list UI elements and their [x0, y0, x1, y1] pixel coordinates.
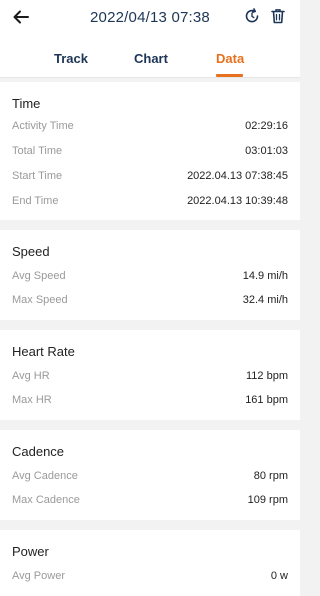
stat-value: 109 rpm	[247, 494, 288, 506]
stat-label: Activity Time	[12, 120, 74, 132]
cadence-section: Cadence Avg Cadence 80 rpm Max Cadence 1…	[0, 430, 300, 520]
stat-label: Max HR	[12, 394, 52, 406]
arrow-left-icon	[13, 10, 29, 29]
stat-value: 112 bpm	[246, 370, 288, 382]
stat-row-start-time: Start Time 2022.04.13 07:38:45	[0, 166, 300, 190]
stat-value: 02:29:16	[245, 120, 288, 132]
tab-track[interactable]: Track	[54, 51, 88, 66]
time-section: Time Activity Time 02:29:16 Total Time 0…	[0, 82, 300, 220]
stat-value: 03:01:03	[245, 145, 288, 157]
stat-label: Avg Speed	[12, 270, 66, 282]
stat-row-avg-hr: Avg HR 112 bpm	[0, 366, 300, 390]
back-button[interactable]	[10, 8, 32, 30]
stat-label: Avg HR	[12, 370, 50, 382]
tab-bar: Track Chart Data	[0, 38, 300, 78]
stat-label: Avg Cadence	[12, 470, 78, 482]
stat-value: 14.9 mi/h	[242, 270, 288, 282]
stat-label: Total Time	[12, 145, 63, 157]
trash-icon	[271, 8, 285, 29]
stat-label: End Time	[12, 195, 59, 207]
section-title-speed: Speed	[12, 244, 50, 259]
stat-value: 2022.04.13 10:39:48	[187, 195, 288, 207]
active-tab-indicator	[216, 74, 243, 77]
stat-label: Start Time	[12, 170, 63, 182]
section-title-power: Power	[12, 544, 49, 559]
delete-button[interactable]	[268, 8, 288, 28]
heart-rate-section: Heart Rate Avg HR 112 bpm Max HR 161 bpm	[0, 330, 300, 420]
stat-value: 80 rpm	[253, 470, 288, 482]
stat-row-avg-speed: Avg Speed 14.9 mi/h	[0, 266, 300, 290]
stat-value: 161 bpm	[245, 394, 288, 406]
page-title: 2022/04/13 07:38	[90, 9, 210, 26]
top-app-bar: 2022/04/13 07:38	[0, 0, 300, 38]
stat-label: Avg Power	[12, 570, 65, 582]
refresh-button[interactable]	[242, 7, 262, 29]
tab-data[interactable]: Data	[216, 51, 244, 66]
section-title-time: Time	[12, 96, 41, 111]
stat-row-activity-time: Activity Time 02:29:16	[0, 116, 300, 140]
tab-chart[interactable]: Chart	[134, 51, 168, 66]
speed-section: Speed Avg Speed 14.9 mi/h Max Speed 32.4…	[0, 230, 300, 320]
stat-row-max-speed: Max Speed 32.4 mi/h	[0, 290, 300, 314]
section-title-cadence: Cadence	[12, 444, 65, 459]
stat-value: 2022.04.13 07:38:45	[187, 170, 288, 182]
stat-label: Max Speed	[12, 294, 68, 306]
stat-row-avg-power: Avg Power 0 w	[0, 566, 300, 590]
stat-row-max-hr: Max HR 161 bpm	[0, 390, 300, 414]
section-title-heart-rate: Heart Rate	[12, 344, 75, 359]
stat-value: 32.4 mi/h	[242, 294, 288, 306]
stat-label: Max Cadence	[12, 494, 80, 506]
stat-row-avg-cadence: Avg Cadence 80 rpm	[0, 466, 300, 490]
stat-row-total-time: Total Time 03:01:03	[0, 141, 300, 165]
power-section: Power Avg Power 0 w	[0, 530, 300, 596]
stat-row-max-cadence: Max Cadence 109 rpm	[0, 490, 300, 514]
refresh-icon	[244, 7, 260, 29]
stat-row-end-time: End Time 2022.04.13 10:39:48	[0, 191, 300, 215]
stat-value: 0 w	[270, 570, 288, 582]
